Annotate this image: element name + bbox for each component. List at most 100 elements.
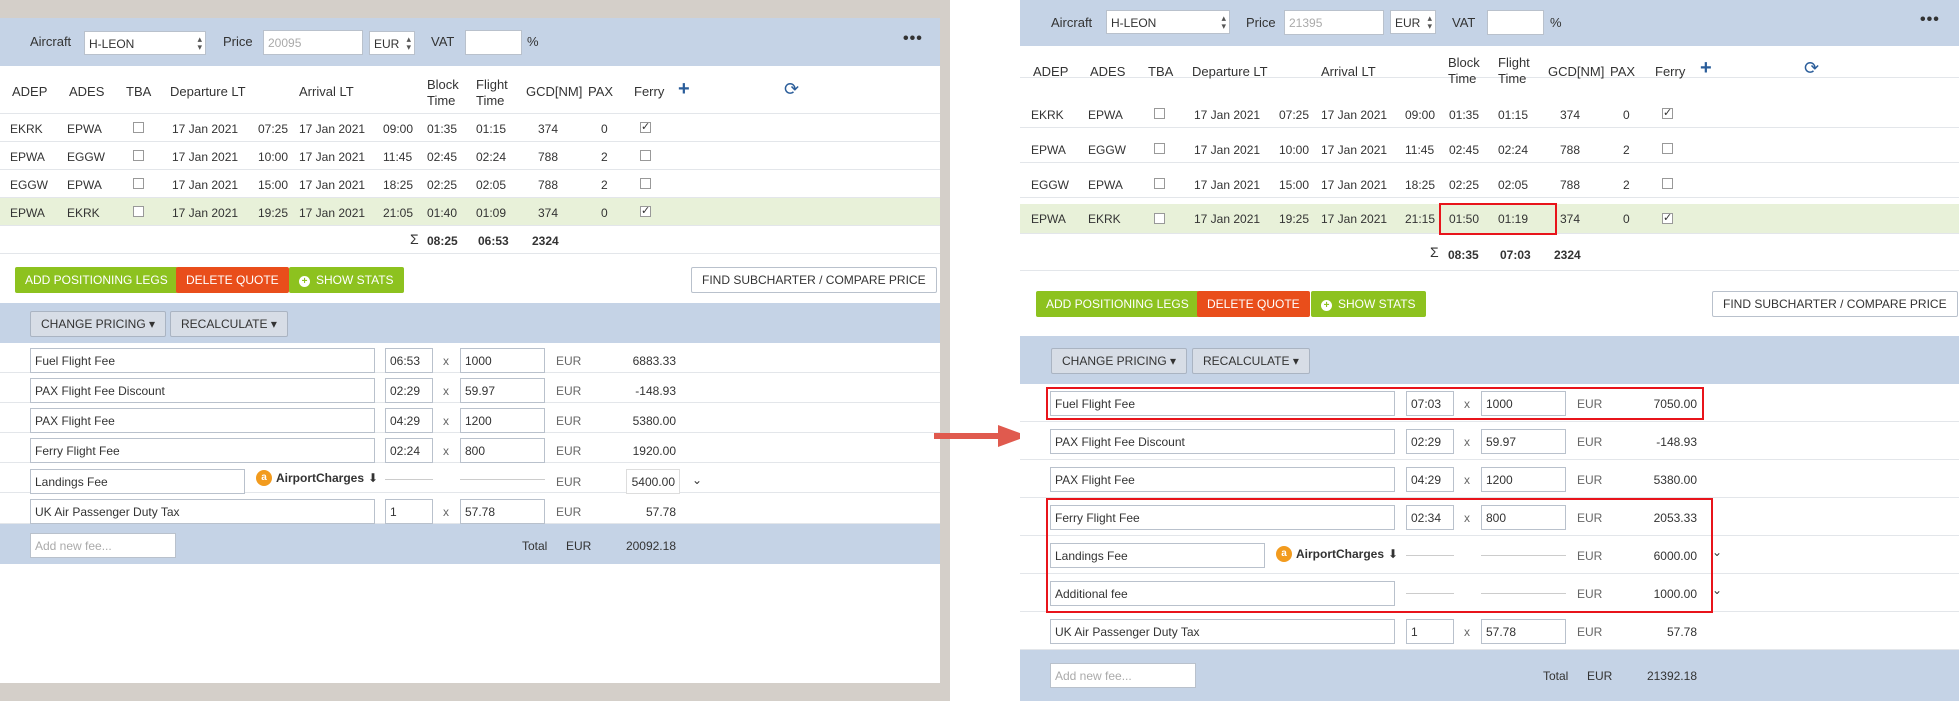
chevron-down-icon[interactable]: ⌄ [692, 473, 702, 487]
fee-qty-input[interactable]: 02:24 [385, 438, 433, 463]
tba-checkbox[interactable] [133, 122, 144, 133]
change-pricing-button[interactable]: CHANGE PRICING ▾ [1051, 348, 1188, 374]
delete-quote-button[interactable]: DELETE QUOTE [1197, 291, 1310, 317]
fee-name-input[interactable]: Ferry Flight Fee [30, 438, 375, 463]
comparison-arrow-icon [934, 425, 1028, 447]
leg-dep-time: 10:00 [258, 150, 289, 164]
vat-label: VAT [1452, 15, 1476, 30]
total-currency: EUR [1587, 669, 1613, 683]
tba-checkbox[interactable] [1154, 213, 1165, 224]
fee-rate-input[interactable]: 800 [460, 438, 545, 463]
vat-input[interactable] [1487, 10, 1544, 35]
fee-rate-input[interactable]: 59.97 [460, 378, 545, 403]
price-input[interactable]: 20095 [263, 30, 363, 55]
fee-total: 57.78 [645, 505, 676, 519]
show-stats-button[interactable]: + SHOW STATS [1311, 291, 1426, 317]
total-label: Total [522, 539, 548, 553]
quote-panel-after: Aircraft H-LEON ▴ ▾ Price 21395 EUR ▴ ▾ VAT … [1020, 0, 1959, 701]
fee-name-input[interactable]: PAX Flight Fee [1050, 467, 1395, 492]
col-pax: PAX [1610, 64, 1636, 79]
recalculate-button[interactable]: RECALCULATE ▾ [1192, 348, 1310, 374]
fee-rate-input[interactable]: 57.78 [460, 499, 545, 524]
change-pricing-button[interactable]: CHANGE PRICING ▾ [30, 311, 167, 337]
col-adep: ADEP [12, 84, 48, 99]
download-icon[interactable]: ⬇ [368, 471, 378, 485]
fee-total-input[interactable]: 5400.00 [626, 469, 680, 494]
ferry-checkbox[interactable] [640, 120, 651, 133]
grand-total: 20092.18 [625, 539, 676, 553]
find-subcharter-button[interactable]: FIND SUBCHARTER / COMPARE PRICE [691, 267, 937, 293]
fee-qty-input[interactable]: 02:29 [1406, 429, 1454, 454]
tba-checkbox[interactable] [133, 206, 144, 217]
ferry-checkbox[interactable] [640, 178, 651, 189]
ferry-checkbox[interactable] [1662, 178, 1673, 189]
fee-qty-input[interactable]: 06:53 [385, 348, 433, 373]
fee-qty-input[interactable]: 02:29 [385, 378, 433, 403]
fee-name-input[interactable]: Fuel Flight Fee [30, 348, 375, 373]
fee-qty-input[interactable]: 1 [1406, 619, 1454, 644]
ferry-checkbox[interactable] [640, 150, 651, 161]
tba-checkbox[interactable] [1154, 143, 1165, 154]
fee-currency: EUR [1577, 625, 1603, 639]
currency-select[interactable]: EUR ▴ ▾ [369, 31, 415, 55]
airportcharges-widget[interactable]: a AirportCharges ⬇ [256, 470, 378, 486]
aircraft-label: Aircraft [30, 34, 72, 49]
fee-name-input[interactable]: PAX Flight Fee [30, 408, 375, 433]
add-positioning-legs-button[interactable]: ADD POSITIONING LEGS [1036, 291, 1199, 317]
fee-qty-input[interactable]: 04:29 [1406, 467, 1454, 492]
tba-checkbox[interactable] [133, 178, 144, 189]
leg-adep: EGGW [10, 178, 48, 192]
add-fee-input[interactable]: Add new fee... [30, 533, 176, 558]
fee-rate-input[interactable]: 1000 [460, 348, 545, 373]
aircraft-select[interactable]: H-LEON ▴ ▾ [1106, 10, 1230, 34]
currency-select[interactable]: EUR ▴ ▾ [1390, 10, 1436, 34]
caret-down-icon: ▾ [1292, 354, 1299, 368]
fee-name-input[interactable]: PAX Flight Fee Discount [30, 378, 375, 403]
delete-quote-button[interactable]: DELETE QUOTE [176, 267, 289, 293]
ferry-checkbox[interactable] [1662, 106, 1673, 119]
fee-name-input[interactable]: Landings Fee [30, 469, 245, 494]
fee-currency: EUR [556, 475, 582, 489]
chevron-down-icon[interactable]: ⌄ [1712, 583, 1722, 597]
add-fee-input[interactable]: Add new fee... [1050, 663, 1196, 688]
ferry-checkbox[interactable] [640, 204, 651, 217]
show-stats-button[interactable]: + SHOW STATS [289, 267, 404, 293]
fee-rate-input[interactable]: 57.78 [1481, 619, 1566, 644]
chevron-down-icon[interactable]: ⌄ [1712, 545, 1722, 559]
tba-checkbox[interactable] [1154, 108, 1165, 119]
fee-name-input[interactable]: PAX Flight Fee Discount [1050, 429, 1395, 454]
col-arrival: Arrival LT [1321, 64, 1376, 79]
aircraft-select[interactable]: H-LEON ▴ ▾ [84, 31, 206, 55]
col-departure: Departure LT [1192, 64, 1268, 79]
col-flight-time: Flight Time [1498, 55, 1530, 86]
recalculate-button[interactable]: RECALCULATE ▾ [170, 311, 288, 337]
vat-input[interactable] [465, 30, 522, 55]
fee-name-input[interactable]: UK Air Passenger Duty Tax [1050, 619, 1395, 644]
tba-checkbox[interactable] [1154, 178, 1165, 189]
find-subcharter-button[interactable]: FIND SUBCHARTER / COMPARE PRICE [1712, 291, 1958, 317]
fee-total: 6883.33 [632, 354, 676, 368]
add-leg-icon[interactable]: + [1700, 57, 1712, 80]
fee-name-input[interactable]: UK Air Passenger Duty Tax [30, 499, 375, 524]
fee-qty-input[interactable]: 1 [385, 499, 433, 524]
leg-flight: 01:15 [1498, 108, 1529, 122]
leg-pax: 2 [601, 150, 608, 164]
fee-rate-input[interactable]: 1200 [460, 408, 545, 433]
fee-qty-input[interactable]: 04:29 [385, 408, 433, 433]
fee-rate-input[interactable]: 1200 [1481, 467, 1566, 492]
fee-rate-input[interactable]: 59.97 [1481, 429, 1566, 454]
fee-currency: EUR [556, 414, 582, 428]
price-input[interactable]: 21395 [1284, 10, 1384, 35]
sigma-symbol: Σ [1430, 244, 1439, 260]
refresh-icon[interactable]: ⟳ [1804, 58, 1819, 79]
times-symbol: x [443, 505, 449, 519]
refresh-icon[interactable]: ⟳ [784, 79, 799, 100]
fee-total: -148.93 [635, 384, 676, 398]
add-leg-icon[interactable]: + [678, 78, 690, 101]
more-options-icon[interactable]: ••• [1920, 11, 1940, 29]
add-positioning-legs-button[interactable]: ADD POSITIONING LEGS [15, 267, 178, 293]
ferry-checkbox[interactable] [1662, 211, 1673, 224]
more-options-icon[interactable]: ••• [903, 30, 923, 48]
ferry-checkbox[interactable] [1662, 143, 1673, 154]
tba-checkbox[interactable] [133, 150, 144, 161]
